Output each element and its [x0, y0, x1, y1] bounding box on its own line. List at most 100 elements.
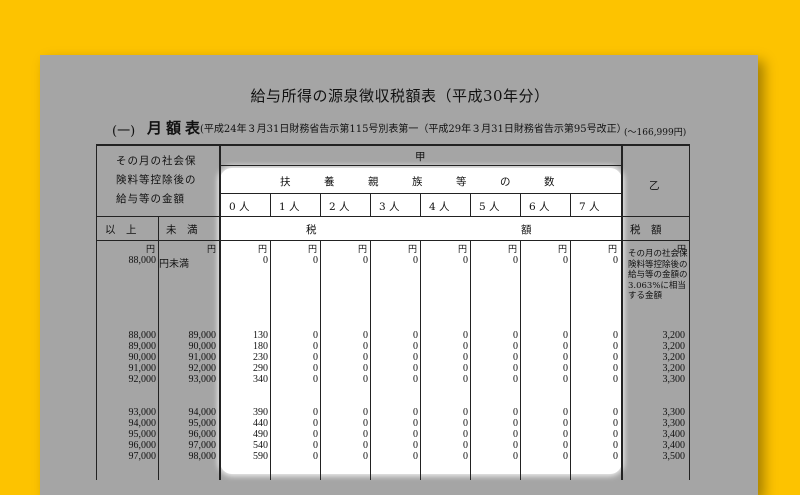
- col-divider: [520, 193, 521, 216]
- row-otsu-value: 3,400: [662, 429, 686, 440]
- dependent-count: 5 人: [479, 201, 500, 213]
- row-tax-value: 290: [253, 363, 268, 374]
- row-otsu-value: 3,200: [662, 330, 686, 341]
- row-otsu-value: 3,200: [662, 352, 686, 363]
- row-tax-value: 180: [253, 341, 268, 352]
- row-tax-value: 0: [613, 341, 618, 352]
- row-tax-value: 540: [253, 440, 268, 451]
- col-divider: [320, 240, 321, 480]
- row-tax-value: 0: [513, 330, 518, 341]
- row-tax-value: 0: [513, 451, 518, 462]
- row-tax-value: 0: [563, 451, 568, 462]
- row-tax-value: 0: [363, 407, 368, 418]
- row-tax-value: 0: [613, 440, 618, 451]
- ko-header: 甲: [415, 151, 426, 163]
- row-otsu-value: 3,300: [662, 418, 686, 429]
- row-tax-value: 440: [253, 418, 268, 429]
- first-row-value: 0: [263, 255, 268, 266]
- row-tax-value: 0: [363, 352, 368, 363]
- row-tax-value: 590: [253, 451, 268, 462]
- dependent-count: 0 人: [229, 201, 250, 213]
- amount-header-line: その月の社会保: [116, 155, 197, 167]
- row-tax-value: 0: [563, 418, 568, 429]
- header-rule-3: [96, 216, 690, 217]
- row-tax-value: 0: [563, 352, 568, 363]
- row-upper-bound: 92,000: [188, 363, 217, 374]
- dependents-char: 養: [324, 176, 335, 188]
- row-tax-value: 0: [413, 418, 418, 429]
- row-tax-value: 0: [613, 330, 618, 341]
- row-tax-value: 0: [613, 418, 618, 429]
- yen-unit: 円: [608, 245, 618, 255]
- range-note: (～166,999円): [624, 128, 687, 138]
- row-tax-value: 0: [613, 451, 618, 462]
- col-divider: [470, 193, 471, 216]
- row-tax-value: 0: [413, 352, 418, 363]
- row-tax-value: 0: [413, 407, 418, 418]
- row-tax-value: 0: [613, 363, 618, 374]
- row-tax-value: 0: [413, 363, 418, 374]
- row-tax-value: 0: [563, 363, 568, 374]
- row-otsu-value: 3,300: [662, 407, 686, 418]
- row-tax-value: 0: [313, 440, 318, 451]
- row-tax-value: 0: [363, 330, 368, 341]
- col-divider: [370, 193, 371, 216]
- row-tax-value: 0: [513, 429, 518, 440]
- first-row-value: 0: [413, 255, 418, 266]
- tax-header-right: 額: [521, 224, 532, 236]
- row-tax-value: 0: [363, 418, 368, 429]
- row-tax-value: 0: [513, 352, 518, 363]
- row-tax-value: 0: [563, 407, 568, 418]
- row-tax-value: 0: [313, 352, 318, 363]
- row-upper-bound: 97,000: [188, 440, 217, 451]
- row-tax-value: 0: [313, 330, 318, 341]
- row-tax-value: 0: [463, 363, 468, 374]
- yen-unit: 円: [458, 245, 468, 255]
- col-divider: [470, 240, 471, 480]
- row-upper-bound: 90,000: [188, 341, 217, 352]
- row-tax-value: 0: [613, 374, 618, 385]
- dependent-count: 6 人: [529, 201, 550, 213]
- row-tax-value: 0: [313, 429, 318, 440]
- row-tax-value: 0: [313, 374, 318, 385]
- upper-bound-header: 未 満: [166, 224, 198, 236]
- row-lower-bound: 94,000: [128, 418, 157, 429]
- otsu-note: その月の社会保険料等控除後の給与等の金額の3.063%に相当する金額: [628, 249, 688, 301]
- row-tax-value: 0: [513, 341, 518, 352]
- row-tax-value: 490: [253, 429, 268, 440]
- law-reference: (平成24年３月31日財務省告示第115号別表第一（平成29年３月31日財務省告…: [200, 124, 627, 135]
- row-upper-bound: 96,000: [188, 429, 217, 440]
- row-tax-value: 0: [363, 363, 368, 374]
- row-otsu-value: 3,500: [662, 451, 686, 462]
- header-rule-2: [220, 193, 622, 194]
- yen-unit: 円: [558, 245, 568, 255]
- row-upper-bound: 98,000: [188, 451, 217, 462]
- row-lower-bound: 95,000: [128, 429, 157, 440]
- row-tax-value: 0: [513, 374, 518, 385]
- row-lower-bound: 91,000: [128, 363, 157, 374]
- col-divider: [270, 240, 271, 480]
- row-lower-bound: 88,000: [128, 330, 157, 341]
- row-tax-value: 0: [363, 374, 368, 385]
- dependent-count: 3 人: [379, 201, 400, 213]
- row-tax-value: 0: [513, 418, 518, 429]
- row-tax-value: 0: [613, 352, 618, 363]
- first-row-value: 0: [513, 255, 518, 266]
- tax-header-left: 税: [306, 224, 317, 236]
- first-row-value: 0: [613, 255, 618, 266]
- dependent-count: 4 人: [429, 201, 450, 213]
- row-tax-value: 0: [313, 451, 318, 462]
- row-tax-value: 0: [313, 341, 318, 352]
- row-lower-bound: 97,000: [128, 451, 157, 462]
- row-upper-bound: 89,000: [188, 330, 217, 341]
- row-tax-value: 0: [463, 429, 468, 440]
- amount-header-line: 険料等控除後の: [116, 174, 197, 186]
- row-tax-value: 0: [463, 418, 468, 429]
- row-upper-bound: 93,000: [188, 374, 217, 385]
- row-tax-value: 0: [413, 451, 418, 462]
- col-divider: [420, 193, 421, 216]
- amount-header-line: 給与等の金額: [116, 193, 185, 205]
- row-tax-value: 0: [363, 451, 368, 462]
- row-tax-value: 0: [513, 363, 518, 374]
- row-tax-value: 0: [313, 363, 318, 374]
